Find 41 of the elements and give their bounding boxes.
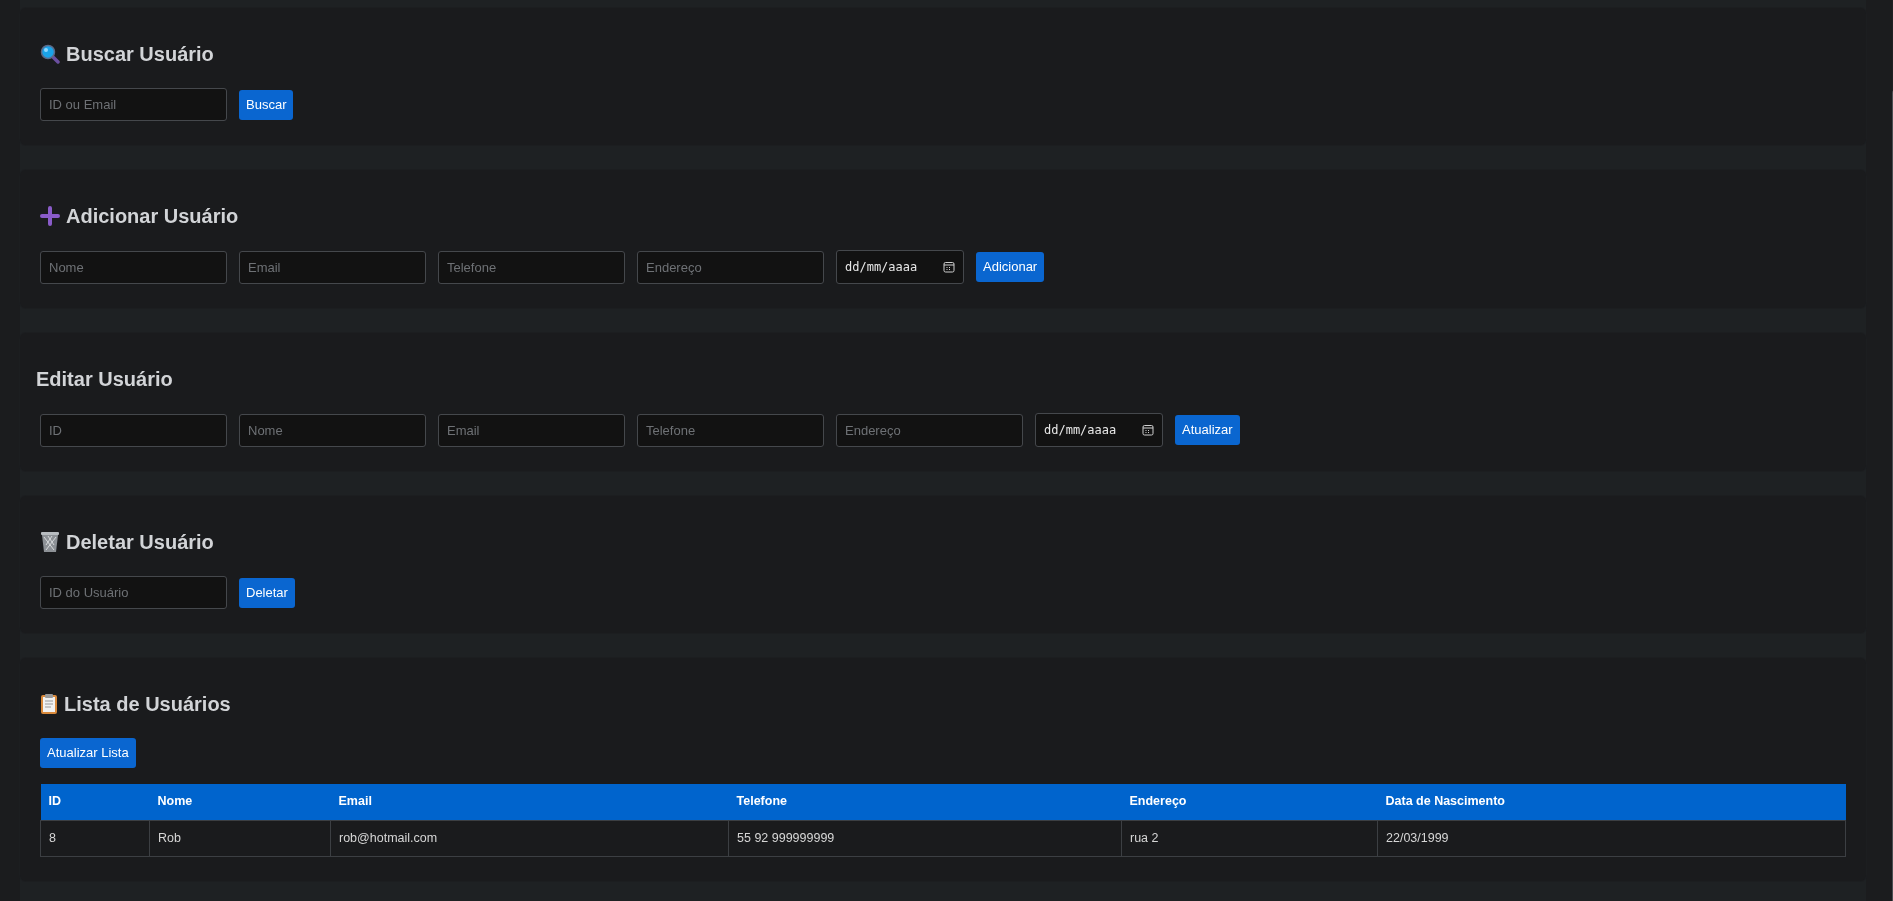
input-field[interactable]: ID do Usuário (40, 576, 227, 609)
input-field[interactable]: Nome (239, 413, 426, 447)
column-header: Email (330, 784, 729, 820)
table-cell: 8 (40, 820, 150, 856)
column-header: ID (40, 784, 150, 820)
input-field[interactable]: ID ou Email (40, 88, 227, 121)
input-field[interactable]: Email (239, 250, 426, 284)
calendar-icon (1142, 424, 1154, 436)
section-title: Lista de Usuários (64, 692, 231, 717)
section-title: Editar Usuário (36, 367, 173, 392)
input-field[interactable]: ID (40, 413, 227, 447)
section-title: Deletar Usuário (66, 530, 214, 555)
table-cell: 22/03/1999 (1377, 820, 1846, 856)
action-button[interactable]: Atualizar Lista (40, 738, 136, 768)
calendar-icon (943, 261, 955, 273)
table-cell: Rob (149, 820, 331, 856)
input-field[interactable]: Telefone (438, 250, 625, 284)
action-button[interactable]: Buscar (239, 89, 294, 120)
wastebasket-icon (40, 531, 60, 553)
section-title: Buscar Usuário (66, 42, 214, 67)
clipboard-icon (40, 693, 58, 715)
input-field[interactable]: Telefone (637, 413, 824, 447)
table-cell: rua 2 (1121, 820, 1378, 856)
plus-icon (40, 206, 60, 226)
magnifier-icon (40, 44, 60, 64)
column-header: Telefone (728, 784, 1122, 820)
column-header: Nome (149, 784, 331, 820)
date-field[interactable]: dd/mm/aaaa (1035, 413, 1163, 447)
action-button[interactable]: Adicionar (976, 252, 1045, 282)
input-field[interactable]: Endereço (637, 250, 824, 284)
date-field[interactable]: dd/mm/aaaa (836, 250, 964, 284)
table-cell: rob@hotmail.com (330, 820, 729, 856)
action-button[interactable]: Atualizar (1175, 415, 1240, 445)
input-field[interactable]: Email (438, 413, 625, 447)
table-cell: 55 92 999999999 (728, 820, 1122, 856)
column-header: Endereço (1121, 784, 1378, 820)
column-header: Data de Nascimento (1377, 784, 1846, 820)
input-field[interactable]: Endereço (836, 413, 1023, 447)
input-field[interactable]: Nome (40, 250, 227, 284)
action-button[interactable]: Deletar (239, 577, 295, 608)
section-title: Adicionar Usuário (66, 204, 239, 229)
